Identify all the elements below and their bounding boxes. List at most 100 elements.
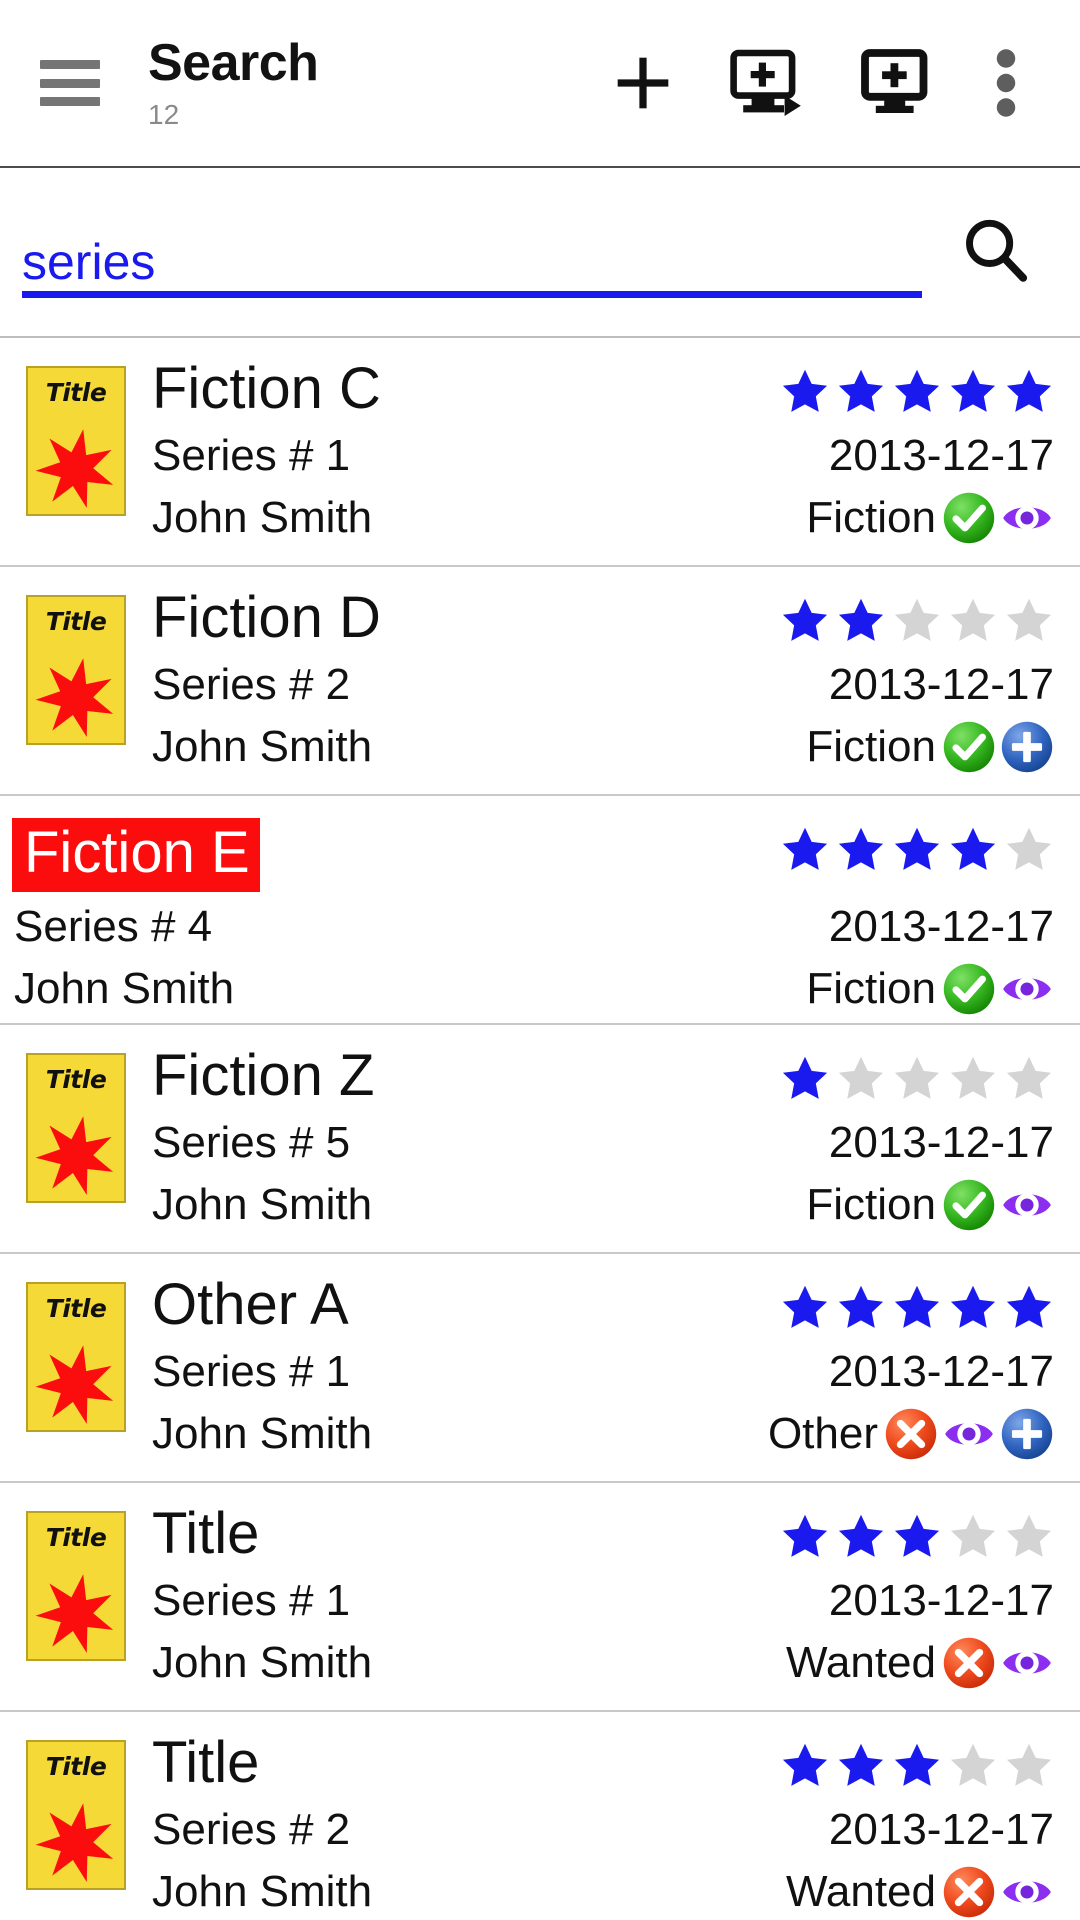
rating-star-2[interactable] <box>836 1282 886 1337</box>
overflow-menu-button[interactable] <box>958 23 1054 143</box>
search-results-list[interactable]: Title Fiction C Series # 1 2013-12-17 John S… <box>0 338 1080 1920</box>
cover-thumbnail[interactable]: Title <box>26 1282 126 1432</box>
rating-star-4[interactable] <box>948 1511 998 1566</box>
status-eye-icon[interactable] <box>942 1407 996 1461</box>
status-eye-icon[interactable] <box>1000 1178 1054 1232</box>
hamburger-bar <box>40 78 100 88</box>
rating-star-1[interactable] <box>780 1511 830 1566</box>
rating-stars[interactable] <box>780 1734 1054 1795</box>
status-cross-icon[interactable] <box>884 1407 938 1461</box>
rating-star-4[interactable] <box>948 1053 998 1108</box>
table-row[interactable]: Title Fiction C Series # 1 2013-12-17 John S… <box>0 338 1080 567</box>
rating-stars[interactable] <box>780 1276 1054 1337</box>
rating-star-3[interactable] <box>892 1740 942 1795</box>
rating-star-3[interactable] <box>892 1511 942 1566</box>
table-row[interactable]: Title Other A Series # 1 2013-12-17 John Smi… <box>0 1254 1080 1483</box>
row-date: 2013-12-17 <box>828 431 1054 480</box>
rating-star-4[interactable] <box>948 824 998 879</box>
row-title[interactable]: Title <box>152 1734 259 1792</box>
cover-thumbnail[interactable]: Title <box>26 1740 126 1890</box>
rating-star-1[interactable] <box>780 366 830 421</box>
rating-star-3[interactable] <box>892 366 942 421</box>
rating-star-4[interactable] <box>948 366 998 421</box>
rating-star-3[interactable] <box>892 824 942 879</box>
rating-star-5[interactable] <box>1004 366 1054 421</box>
status-cross-icon[interactable] <box>942 1636 996 1690</box>
cover-thumbnail[interactable]: Title <box>26 1053 126 1203</box>
rating-star-1[interactable] <box>780 1282 830 1337</box>
add-to-screen-button[interactable] <box>832 23 958 143</box>
status-eye-icon[interactable] <box>1000 1865 1054 1919</box>
rating-star-3[interactable] <box>892 595 942 650</box>
rating-star-2[interactable] <box>836 1053 886 1108</box>
status-cross-icon[interactable] <box>942 1865 996 1919</box>
cover-thumbnail[interactable]: Title <box>26 366 126 516</box>
row-series-line: Series # 1 2013-12-17 <box>152 1348 1054 1395</box>
status-check-icon[interactable] <box>942 720 996 774</box>
rating-star-1[interactable] <box>780 595 830 650</box>
search-input[interactable]: series <box>22 206 922 298</box>
monitor-plus-arrow-icon <box>730 47 808 119</box>
rating-star-1[interactable] <box>780 824 830 879</box>
row-thumbnail-cell: Title <box>0 360 152 516</box>
cover-thumbnail[interactable]: Title <box>26 595 126 745</box>
rating-star-2[interactable] <box>836 366 886 421</box>
status-eye-icon[interactable] <box>1000 962 1054 1016</box>
row-series-line: Series # 1 2013-12-17 <box>152 431 1054 480</box>
table-row[interactable]: Title Title Series # 1 2013-12-17 John Smith… <box>0 1483 1080 1712</box>
rating-star-5[interactable] <box>1004 1511 1054 1566</box>
rating-star-4[interactable] <box>948 595 998 650</box>
rating-star-5[interactable] <box>1004 1740 1054 1795</box>
rating-star-3[interactable] <box>892 1282 942 1337</box>
add-to-screen-send-button[interactable] <box>706 23 832 143</box>
rating-stars[interactable] <box>780 1047 1054 1108</box>
rating-star-5[interactable] <box>1004 1053 1054 1108</box>
search-submit-button[interactable] <box>940 197 1050 307</box>
result-count: 12 <box>148 98 180 130</box>
row-title[interactable]: Title <box>152 1505 259 1563</box>
rating-stars[interactable] <box>780 818 1054 879</box>
rating-star-2[interactable] <box>836 595 886 650</box>
rating-star-2[interactable] <box>836 1740 886 1795</box>
cover-thumbnail-label: Title <box>45 607 107 636</box>
status-badge: Fiction <box>806 1180 936 1230</box>
row-title-line: Title <box>152 1505 1054 1566</box>
add-button[interactable] <box>580 23 706 143</box>
status-check-icon[interactable] <box>942 962 996 1016</box>
rating-star-2[interactable] <box>836 1511 886 1566</box>
status-check-icon[interactable] <box>942 491 996 545</box>
rating-star-5[interactable] <box>1004 595 1054 650</box>
rating-stars[interactable] <box>780 1505 1054 1566</box>
rating-star-3[interactable] <box>892 1053 942 1108</box>
status-plus-icon[interactable] <box>1000 720 1054 774</box>
row-title[interactable]: Fiction D <box>152 589 381 647</box>
rating-star-4[interactable] <box>948 1740 998 1795</box>
rating-star-5[interactable] <box>1004 1282 1054 1337</box>
status-eye-icon[interactable] <box>1000 491 1054 545</box>
rating-star-1[interactable] <box>780 1053 830 1108</box>
row-title[interactable]: Fiction Z <box>152 1047 374 1105</box>
row-title[interactable]: Fiction E <box>12 818 260 892</box>
row-content: Title Series # 2 2013-12-17 John Smith Wante… <box>152 1734 1054 1919</box>
table-row[interactable]: Title Title Series # 2 2013-12-17 John Smith… <box>0 1712 1080 1920</box>
row-title[interactable]: Other A <box>152 1276 349 1334</box>
status-plus-icon[interactable] <box>1000 1407 1054 1461</box>
rating-star-2[interactable] <box>836 824 886 879</box>
table-row[interactable]: Fiction E Series # 4 2013-12-17 John Smith F… <box>0 796 1080 1025</box>
table-row[interactable]: Title Fiction Z Series # 5 2013-12-17 John S… <box>0 1025 1080 1254</box>
row-title-line: Title <box>152 1734 1054 1795</box>
cover-thumbnail[interactable]: Title <box>26 1511 126 1661</box>
hamburger-menu-icon[interactable] <box>40 60 100 106</box>
rating-star-5[interactable] <box>1004 824 1054 879</box>
table-row[interactable]: Title Fiction D Series # 2 2013-12-17 John S… <box>0 567 1080 796</box>
status-eye-icon[interactable] <box>1000 1636 1054 1690</box>
row-title[interactable]: Fiction C <box>152 360 381 418</box>
rating-stars[interactable] <box>780 589 1054 650</box>
status-badge: Wanted <box>785 1867 936 1917</box>
rating-stars[interactable] <box>780 360 1054 421</box>
status-badge: Wanted <box>785 1638 936 1688</box>
rating-star-4[interactable] <box>948 1282 998 1337</box>
rating-star-1[interactable] <box>780 1740 830 1795</box>
status-check-icon[interactable] <box>942 1178 996 1232</box>
row-title-line: Fiction D <box>152 589 1054 650</box>
